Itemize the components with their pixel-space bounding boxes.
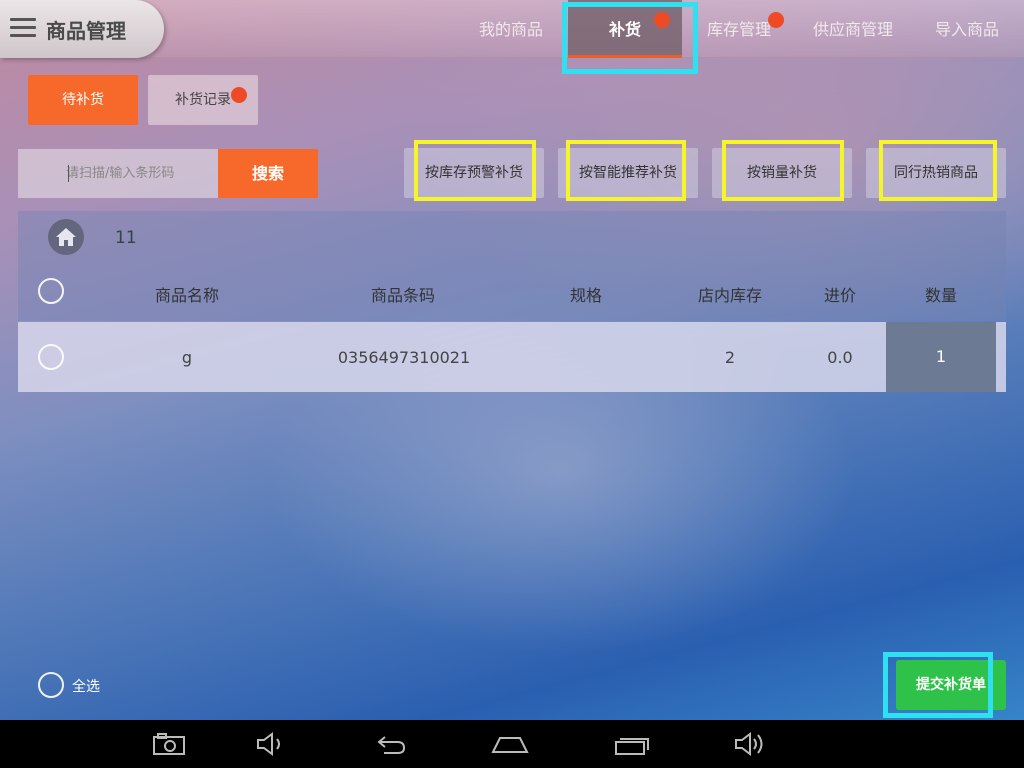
highlight-box bbox=[879, 140, 997, 201]
row-select-radio[interactable] bbox=[38, 344, 64, 370]
search-button[interactable]: 搜索 bbox=[218, 149, 318, 198]
records-badge bbox=[231, 87, 247, 103]
quantity-field[interactable]: 1 bbox=[886, 322, 996, 392]
restock-tab-highlight bbox=[562, 2, 698, 74]
barcode-search-input[interactable] bbox=[18, 149, 218, 198]
select-all-label: 全选 bbox=[72, 679, 100, 695]
highlight-box bbox=[566, 140, 686, 201]
cell-name: g bbox=[181, 348, 193, 367]
text-caret bbox=[68, 165, 69, 182]
volume-up-icon[interactable] bbox=[732, 730, 772, 758]
highlight-box bbox=[414, 140, 536, 201]
menu-icon[interactable] bbox=[10, 18, 36, 38]
cell-barcode: 0356497310021 bbox=[337, 348, 471, 367]
camera-icon[interactable] bbox=[150, 730, 190, 758]
tab-my-products[interactable]: 我的商品 bbox=[462, 0, 560, 58]
tab-import-products[interactable]: 导入商品 bbox=[920, 0, 1014, 58]
column-header-quantity: 数量 bbox=[924, 286, 957, 305]
tab-inventory[interactable]: 库存管理 bbox=[696, 0, 782, 58]
column-header-price: 进价 bbox=[823, 286, 856, 305]
column-header-barcode: 商品条码 bbox=[370, 286, 435, 305]
column-header-stock: 店内库存 bbox=[697, 286, 762, 305]
submit-highlight bbox=[883, 652, 993, 718]
item-count: 11 bbox=[115, 228, 137, 248]
header-select-radio[interactable] bbox=[38, 278, 64, 304]
highlight-box bbox=[722, 140, 844, 201]
select-all-radio[interactable] bbox=[38, 672, 64, 698]
app-title: 商品管理 bbox=[46, 19, 126, 43]
recent-apps-icon[interactable] bbox=[612, 730, 652, 758]
home-icon[interactable] bbox=[48, 219, 84, 255]
cell-stock: 2 bbox=[724, 348, 736, 367]
brand-menu[interactable]: 商品管理 bbox=[0, 0, 164, 58]
cell-price: 0.0 bbox=[827, 348, 853, 367]
home-nav-icon[interactable] bbox=[490, 730, 530, 758]
tab-suppliers[interactable]: 供应商管理 bbox=[800, 0, 906, 58]
tab-inventory-badge bbox=[768, 12, 784, 28]
back-icon[interactable] bbox=[370, 730, 410, 758]
volume-down-icon[interactable] bbox=[252, 730, 292, 758]
pending-restock-tab[interactable]: 待补货 bbox=[28, 75, 138, 125]
column-header-spec: 规格 bbox=[569, 286, 602, 305]
column-header-name: 商品名称 bbox=[154, 286, 219, 305]
